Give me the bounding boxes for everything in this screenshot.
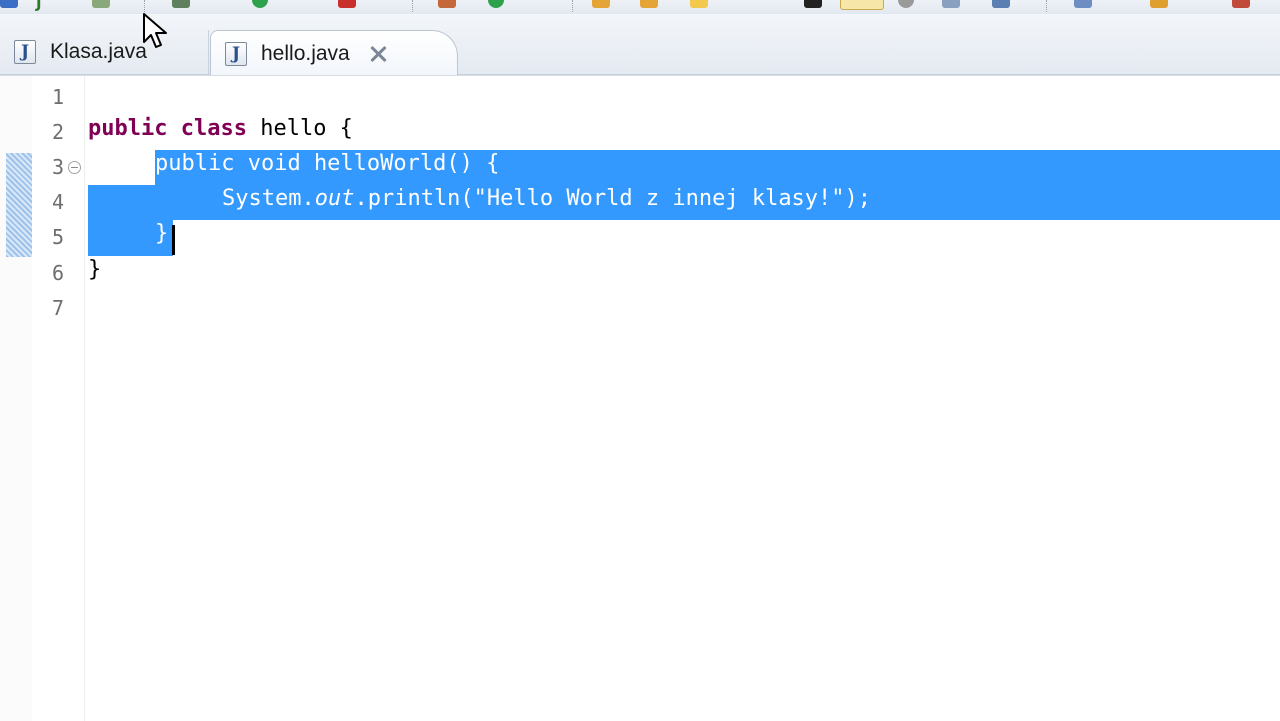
selection-marker	[6, 153, 32, 257]
editor-tab-bar: J Klasa.java J hello.java	[0, 14, 1280, 76]
line-number: 7	[51, 296, 64, 320]
toolbar-button-3[interactable]	[92, 0, 110, 8]
toolbar-button-13[interactable]	[840, 0, 884, 10]
toolbar-button-14[interactable]	[898, 0, 914, 8]
keyword: public	[88, 116, 168, 141]
code-text: hello {	[246, 116, 353, 141]
code-line-3: public void helloWorld() {	[155, 151, 499, 186]
main-toolbar: J	[0, 0, 1280, 14]
toolbar-button-4[interactable]	[172, 0, 190, 8]
toolbar-separator	[572, 0, 574, 12]
toolbar-separator	[144, 0, 146, 12]
toolbar-button-11[interactable]	[690, 0, 708, 8]
toolbar-button-10[interactable]	[640, 0, 658, 8]
close-icon[interactable]	[368, 44, 388, 64]
line-number: 3	[51, 155, 64, 179]
toolbar-button-6[interactable]	[338, 0, 356, 8]
tab-label: hello.java	[261, 41, 350, 65]
toolbar-button-12[interactable]	[804, 0, 822, 8]
toolbar-button-19[interactable]	[1232, 0, 1250, 8]
toolbar-separator	[412, 0, 414, 12]
tab-hello-java[interactable]: J hello.java	[210, 30, 458, 76]
selected-code: .println("Hello World z innej klasy!");	[354, 186, 872, 211]
mouse-pointer-icon	[143, 13, 167, 48]
code-area[interactable]: public class hello { public void helloWo…	[88, 76, 1280, 721]
code-editor[interactable]: 1 2 3 4 5 6 7 public class hello { publi…	[0, 75, 1280, 721]
selected-code-field: out	[314, 186, 355, 211]
code-line-2: public class hello {	[88, 116, 353, 151]
line-number: 5	[51, 225, 64, 249]
toolbar-button-18[interactable]	[1150, 0, 1168, 8]
tab-label: Klasa.java	[50, 40, 147, 63]
tab-klasa-java[interactable]: J Klasa.java	[0, 30, 209, 74]
keyword: class	[180, 116, 247, 141]
selected-code: }	[155, 221, 169, 246]
annotation-ruler	[0, 76, 33, 721]
code-line-6: }	[88, 257, 101, 292]
java-file-icon: J	[225, 41, 247, 66]
code-line-4: System.out.println("Hello World z innej …	[222, 186, 871, 221]
line-number: 4	[51, 190, 64, 214]
selected-code: public void helloWorld() {	[155, 151, 500, 176]
run-icon[interactable]	[252, 0, 268, 8]
toolbar-button-1[interactable]	[0, 0, 18, 8]
line-number: 1	[51, 85, 64, 109]
toolbar-separator	[1046, 0, 1048, 12]
toolbar-button-7[interactable]	[438, 0, 456, 8]
selected-code: System.	[222, 186, 315, 211]
java-file-icon: J	[14, 40, 36, 64]
line-number: 6	[51, 261, 64, 285]
collapse-icon[interactable]	[68, 161, 81, 174]
code-text: }	[88, 257, 102, 282]
toolbar-button-17[interactable]	[1074, 0, 1092, 8]
line-number-gutter: 1 2 3 4 5 6 7	[32, 76, 85, 721]
code-line-5: }	[155, 221, 168, 256]
toolbar-button-9[interactable]	[592, 0, 610, 8]
toolbar-button-8[interactable]	[488, 0, 504, 8]
toolbar-button-2[interactable]: J	[36, 0, 42, 12]
toolbar-button-15[interactable]	[942, 0, 960, 8]
toolbar-button-16[interactable]	[992, 0, 1010, 8]
text-caret	[172, 225, 175, 255]
line-number: 2	[51, 120, 64, 144]
